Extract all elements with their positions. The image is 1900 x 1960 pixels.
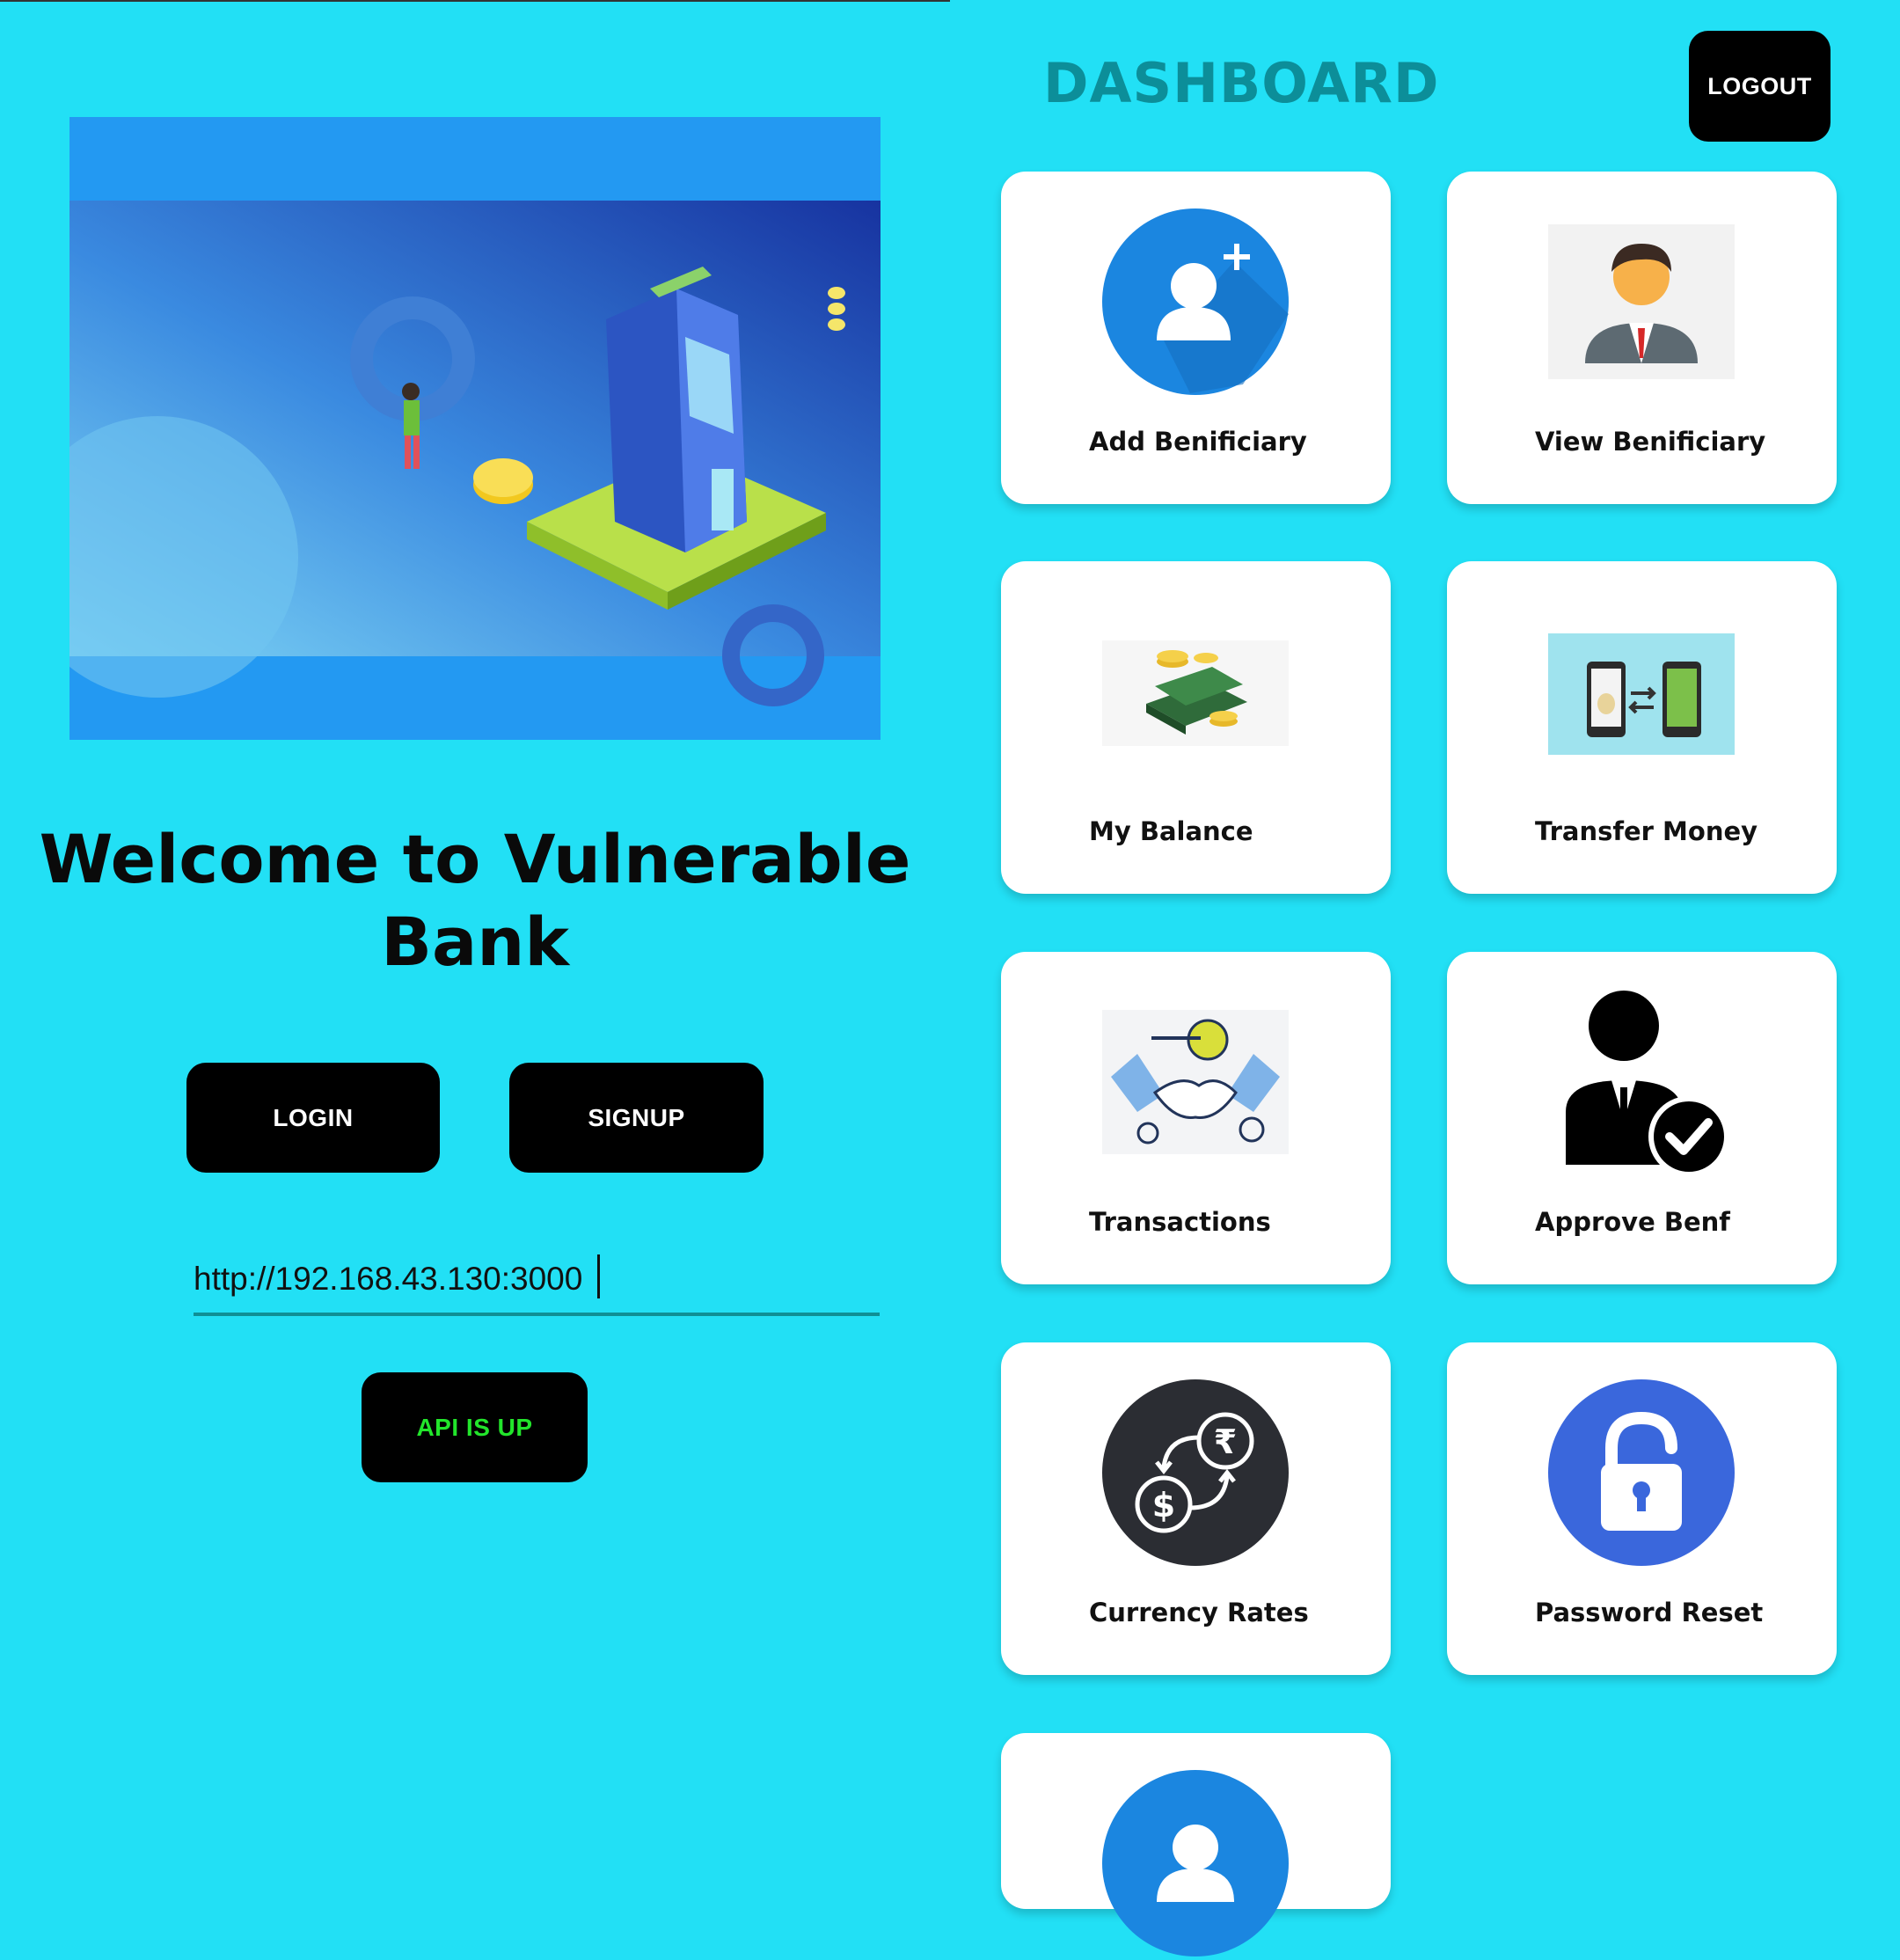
card-partial[interactable] <box>1001 1733 1391 1956</box>
card-label: View Benificiary <box>1535 427 1766 457</box>
card-view-beneficiary[interactable]: View Benificiary <box>1447 172 1837 504</box>
status-line <box>0 0 950 2</box>
banner-image <box>69 117 881 740</box>
approve-user-icon <box>1548 989 1735 1177</box>
card-transfer-money[interactable]: Transfer Money <box>1447 561 1837 894</box>
api-url-input[interactable] <box>194 1251 880 1316</box>
transfer-icon <box>1548 598 1735 785</box>
svg-text:$: $ <box>1152 1486 1175 1525</box>
card-password-reset[interactable]: Password Reset <box>1447 1342 1837 1675</box>
card-label: Transactions <box>1089 1207 1271 1237</box>
text-caret <box>597 1254 600 1298</box>
card-add-beneficiary[interactable]: Add Benificiary <box>1001 172 1391 504</box>
card-label: Approve Benf <box>1535 1207 1730 1237</box>
card-label: My Balance <box>1089 816 1253 846</box>
user-icon <box>1102 1770 1289 1956</box>
api-status-button[interactable]: API IS UP <box>362 1372 588 1482</box>
handshake-icon <box>1102 989 1289 1175</box>
card-transactions[interactable]: Transactions <box>1001 952 1391 1284</box>
logout-button[interactable]: LOGOUT <box>1689 31 1831 142</box>
card-label: Currency Rates <box>1089 1598 1309 1627</box>
card-label: Add Benificiary <box>1089 427 1307 457</box>
dashboard-title: DASHBOARD <box>1043 51 1440 115</box>
lock-icon <box>1548 1379 1735 1566</box>
add-user-icon <box>1102 208 1289 395</box>
card-currency-rates[interactable]: ₹ $ Currency Rates <box>1001 1342 1391 1675</box>
svg-text:₹: ₹ <box>1214 1422 1237 1461</box>
card-label: Transfer Money <box>1535 816 1758 846</box>
money-icon <box>1102 598 1289 785</box>
signup-button[interactable]: SIGNUP <box>509 1063 764 1173</box>
currency-exchange-icon: ₹ $ <box>1102 1379 1289 1566</box>
card-label: Password Reset <box>1535 1598 1764 1627</box>
card-my-balance[interactable]: My Balance <box>1001 561 1391 894</box>
welcome-title: Welcome to Vulnerable Bank <box>39 820 911 981</box>
login-button[interactable]: LOGIN <box>186 1063 440 1173</box>
card-approve-benf[interactable]: Approve Benf <box>1447 952 1837 1284</box>
person-icon <box>1548 208 1735 395</box>
